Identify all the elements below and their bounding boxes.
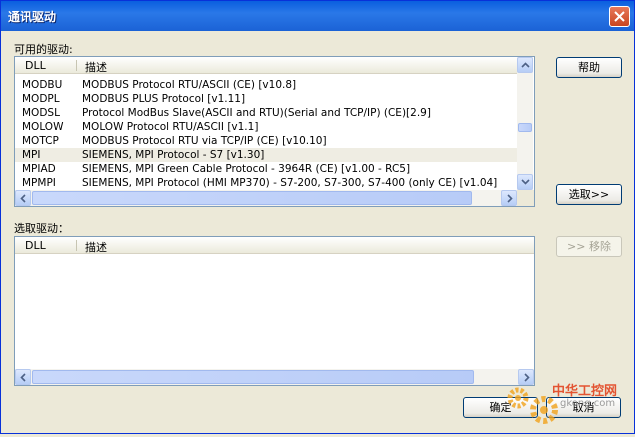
row-dll: MPI <box>22 149 41 161</box>
horizontal-scrollbar[interactable] <box>15 190 517 206</box>
available-drivers-label: 可用的驱动: <box>14 43 73 56</box>
window-title: 通讯驱动 <box>8 10 57 24</box>
row-desc: SIEMENS, MPI Protocol (HMI MP370) - S7-2… <box>82 177 498 189</box>
row-desc: SIEMENS, MPI Green Cable Protocol - 3964… <box>82 163 411 175</box>
column-separator[interactable] <box>76 240 77 251</box>
column-separator[interactable] <box>76 60 77 71</box>
scroll-up-button[interactable] <box>517 57 533 73</box>
driver-row[interactable]: MPIAD SIEMENS, MPI Green Cable Protocol … <box>15 162 517 176</box>
available-drivers-list[interactable]: DLL 描述 MODBU MODBUS Protocol RTU/ASCII (… <box>14 56 535 207</box>
scroll-left-button[interactable] <box>15 369 31 385</box>
row-dll: MODBU <box>22 79 63 91</box>
row-dll: MPMPI <box>22 177 56 189</box>
scroll-thumb-horizontal[interactable] <box>32 370 474 384</box>
help-button[interactable]: 帮助 <box>556 57 622 78</box>
remove-button[interactable]: >> 移除 <box>556 236 622 257</box>
driver-row-selected[interactable]: MPI SIEMENS, MPI Protocol - S7 [v1.30] <box>15 148 517 162</box>
row-dll: MODSL <box>22 107 60 119</box>
column-dll[interactable]: DLL <box>25 59 46 72</box>
horizontal-scrollbar[interactable] <box>15 369 534 385</box>
chevron-left-icon <box>20 373 26 382</box>
driver-row[interactable]: MOLOW MOLOW Protocol RTU/ASCII [v1.1] <box>15 120 517 134</box>
scroll-thumb-horizontal[interactable] <box>32 191 472 205</box>
select-button[interactable]: 选取>> <box>556 184 622 205</box>
title-bar[interactable]: 通讯驱动 <box>1 1 634 31</box>
row-dll: MPIAD <box>22 163 56 175</box>
watermark-url: gkong.com <box>560 398 616 409</box>
watermark-text: 中华工控网 <box>552 384 618 399</box>
row-desc: Protocol ModBus Slave(ASCII and RTU)(Ser… <box>82 107 431 119</box>
row-desc: MOLOW Protocol RTU/ASCII [v1.1] <box>82 121 259 133</box>
scroll-right-button[interactable] <box>501 190 517 206</box>
row-desc: MODBUS Protocol RTU via TCP/IP (CE) [v10… <box>82 135 327 147</box>
dialog-window: 通讯驱动 可用的驱动: DLL 描述 MODBU MODBUS Protocol… <box>0 0 635 434</box>
driver-row[interactable]: MOTCP MODBUS Protocol RTU via TCP/IP (CE… <box>15 134 517 148</box>
row-dll: MODPL <box>22 93 60 105</box>
column-desc[interactable]: 描述 <box>85 239 107 255</box>
scroll-thumb[interactable] <box>518 123 532 132</box>
column-dll[interactable]: DLL <box>25 239 46 252</box>
selected-drivers-label: 选取驱动： <box>14 222 69 235</box>
driver-row[interactable]: MPMPI SIEMENS, MPI Protocol (HMI MP370) … <box>15 176 517 190</box>
row-dll: MOTCP <box>22 135 59 147</box>
watermark-logo: 中华工控网 gkong.com <box>504 376 634 434</box>
scroll-down-button[interactable] <box>517 174 533 190</box>
row-desc: SIEMENS, MPI Protocol - S7 [v1.30] <box>82 149 265 161</box>
row-desc: MODBUS PLUS Protocol [v1.11] <box>82 93 246 105</box>
row-dll: MOLOW <box>22 121 64 133</box>
chevron-up-icon <box>521 62 530 68</box>
selected-drivers-list[interactable]: DLL 描述 <box>14 236 535 386</box>
chevron-down-icon <box>521 179 530 185</box>
row-desc: MODBUS Protocol RTU/ASCII (CE) [v10.8] <box>82 79 297 91</box>
driver-row[interactable]: MODBU MODBUS Protocol RTU/ASCII (CE) [v1… <box>15 78 517 92</box>
scroll-left-button[interactable] <box>15 190 31 206</box>
chevron-right-icon <box>507 194 513 203</box>
vertical-scrollbar[interactable] <box>517 57 533 190</box>
column-desc[interactable]: 描述 <box>85 59 107 75</box>
scroll-corner <box>517 190 534 206</box>
close-button[interactable] <box>609 6 630 27</box>
list-header: DLL 描述 <box>15 57 517 74</box>
driver-row[interactable]: MODPL MODBUS PLUS Protocol [v1.11] <box>15 92 517 106</box>
driver-row[interactable]: MODSL Protocol ModBus Slave(ASCII and RT… <box>15 106 517 120</box>
close-icon <box>614 11 625 22</box>
chevron-left-icon <box>20 194 26 203</box>
list-header: DLL 描述 <box>15 237 534 254</box>
